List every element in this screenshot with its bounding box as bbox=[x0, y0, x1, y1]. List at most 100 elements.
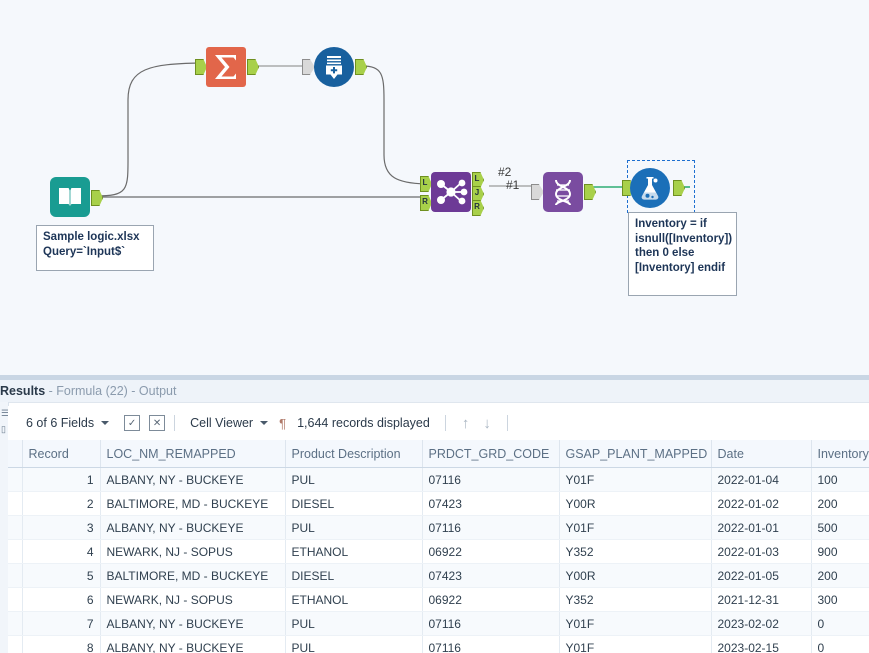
table-cell[interactable]: 2023-02-15 bbox=[711, 635, 812, 653]
table-cell[interactable]: 2 bbox=[22, 491, 101, 516]
table-cell[interactable]: BALTIMORE, MD - BUCKEYE bbox=[100, 563, 286, 588]
column-header-date[interactable]: Date bbox=[711, 440, 812, 468]
table-cell[interactable]: Y00R bbox=[559, 491, 712, 516]
table-cell[interactable]: 100 bbox=[811, 467, 869, 492]
table-cell[interactable]: 6 bbox=[22, 587, 101, 612]
column-header-gsap-plant-mapped[interactable]: GSAP_PLANT_MAPPED bbox=[559, 440, 712, 468]
toolbar-separator-1 bbox=[174, 415, 176, 431]
table-cell[interactable]: 07423 bbox=[422, 491, 560, 516]
table-cell[interactable]: 06922 bbox=[422, 587, 560, 612]
table-row[interactable]: 3 ALBANY, NY - BUCKEYE PUL 07116 Y01F 2022-01… bbox=[8, 515, 869, 540]
row-gutter-cell[interactable] bbox=[8, 515, 23, 540]
column-header-inventory[interactable]: Inventory bbox=[811, 440, 869, 468]
table-cell[interactable]: 500 bbox=[811, 515, 869, 540]
column-header-record[interactable]: Record bbox=[22, 440, 101, 468]
table-cell[interactable]: 07116 bbox=[422, 611, 560, 636]
table-cell[interactable]: 06922 bbox=[422, 539, 560, 564]
workflow-canvas[interactable]: Sample logic.xlsx Query=`Input$` L R L J… bbox=[0, 0, 869, 375]
table-row[interactable]: 5 BALTIMORE, MD - BUCKEYE DIESEL 07423 Y00R 2… bbox=[8, 563, 869, 588]
rail-panel-icon[interactable]: ▯ bbox=[1, 424, 6, 435]
records-displayed: 1,644 records displayed bbox=[291, 406, 436, 440]
table-row[interactable]: 8 ALBANY, NY - BUCKEYE PUL 07116 Y01F 2023-02… bbox=[8, 635, 869, 653]
table-cell[interactable]: Y01F bbox=[559, 611, 712, 636]
table-row[interactable]: 7 ALBANY, NY - BUCKEYE PUL 07116 Y01F 2023-02… bbox=[8, 611, 869, 636]
results-title-suffix: - Formula (22) - Output bbox=[45, 384, 177, 398]
cell-viewer-label: Cell Viewer bbox=[190, 416, 254, 430]
table-cell[interactable]: 2023-02-02 bbox=[711, 611, 812, 636]
column-header-product-description[interactable]: Product Description bbox=[285, 440, 423, 468]
table-cell[interactable]: ETHANOL bbox=[285, 539, 423, 564]
row-gutter-cell[interactable] bbox=[8, 539, 23, 564]
table-cell[interactable]: 200 bbox=[811, 563, 869, 588]
table-cell[interactable]: ALBANY, NY - BUCKEYE bbox=[100, 467, 286, 492]
table-cell[interactable]: Y352 bbox=[559, 539, 712, 564]
table-body: 1 ALBANY, NY - BUCKEYE PUL 07116 Y01F 2022-01… bbox=[8, 467, 869, 653]
table-cell[interactable]: 5 bbox=[22, 563, 101, 588]
row-gutter-cell[interactable] bbox=[8, 563, 23, 588]
cell-viewer-selector[interactable]: Cell Viewer bbox=[184, 406, 274, 440]
table-cell[interactable]: ETHANOL bbox=[285, 587, 423, 612]
table-cell[interactable]: 2022-01-01 bbox=[711, 515, 812, 540]
table-cell[interactable]: PUL bbox=[285, 611, 423, 636]
row-gutter-cell[interactable] bbox=[8, 611, 23, 636]
table-row[interactable]: 4 NEWARK, NJ - SOPUS ETHANOL 06922 Y352 2022-… bbox=[8, 539, 869, 564]
table-cell[interactable]: BALTIMORE, MD - BUCKEYE bbox=[100, 491, 286, 516]
checkbox-checked-icon[interactable]: ✓ bbox=[124, 415, 141, 431]
table-cell[interactable]: 900 bbox=[811, 539, 869, 564]
table-cell[interactable]: 7 bbox=[22, 611, 101, 636]
table-cell[interactable]: Y01F bbox=[559, 467, 712, 492]
row-gutter-cell[interactable] bbox=[8, 491, 23, 516]
table-cell[interactable]: DIESEL bbox=[285, 563, 423, 588]
table-cell[interactable]: 07116 bbox=[422, 515, 560, 540]
table-cell[interactable]: 2021-12-31 bbox=[711, 587, 812, 612]
table-cell[interactable]: ALBANY, NY - BUCKEYE bbox=[100, 515, 286, 540]
arrow-up-icon[interactable]: ↑ bbox=[462, 415, 470, 432]
table-cell[interactable]: 300 bbox=[811, 587, 869, 612]
connection-label-1: #1 bbox=[506, 178, 520, 192]
table-cell[interactable]: 07116 bbox=[422, 467, 560, 492]
table-cell[interactable]: 8 bbox=[22, 635, 101, 653]
table-cell[interactable]: PUL bbox=[285, 467, 423, 492]
table-cell[interactable]: 07423 bbox=[422, 563, 560, 588]
row-gutter-header bbox=[8, 440, 23, 468]
table-cell[interactable]: Y00R bbox=[559, 563, 712, 588]
checkbox-cross-icon[interactable]: ✕ bbox=[149, 415, 166, 431]
column-header-prdct-grd-code[interactable]: PRDCT_GRD_CODE bbox=[422, 440, 560, 468]
table-cell[interactable]: 0 bbox=[811, 611, 869, 636]
results-data-grid[interactable]: Record LOC_NM_REMAPPED Product Descripti… bbox=[8, 440, 869, 653]
table-cell[interactable]: PUL bbox=[285, 635, 423, 653]
row-gutter-cell[interactable] bbox=[8, 635, 23, 653]
union-stack-icon bbox=[314, 47, 354, 87]
pilcrow-icon[interactable]: ¶ bbox=[279, 416, 286, 431]
arrow-down-icon[interactable]: ↓ bbox=[483, 415, 491, 432]
table-cell[interactable]: 2022-01-03 bbox=[711, 539, 812, 564]
table-row[interactable]: 6 NEWARK, NJ - SOPUS ETHANOL 06922 Y352 2021-… bbox=[8, 587, 869, 612]
table-row[interactable]: 1 ALBANY, NY - BUCKEYE PUL 07116 Y01F 2022-01… bbox=[8, 467, 869, 492]
table-cell[interactable]: ALBANY, NY - BUCKEYE bbox=[100, 611, 286, 636]
table-cell[interactable]: 07116 bbox=[422, 635, 560, 653]
table-row[interactable]: 2 BALTIMORE, MD - BUCKEYE DIESEL 07423 Y00R 2… bbox=[8, 491, 869, 516]
column-header-loc-nm-remapped[interactable]: LOC_NM_REMAPPED bbox=[100, 440, 286, 468]
table-cell[interactable]: 1 bbox=[22, 467, 101, 492]
table-cell[interactable]: 4 bbox=[22, 539, 101, 564]
table-cell[interactable]: Y352 bbox=[559, 587, 712, 612]
table-cell[interactable]: 200 bbox=[811, 491, 869, 516]
table-cell[interactable]: DIESEL bbox=[285, 491, 423, 516]
table-cell[interactable]: PUL bbox=[285, 515, 423, 540]
table-cell[interactable]: 3 bbox=[22, 515, 101, 540]
table-cell[interactable]: NEWARK, NJ - SOPUS bbox=[100, 539, 286, 564]
row-gutter-cell[interactable] bbox=[8, 587, 23, 612]
table-cell[interactable]: 2022-01-04 bbox=[711, 467, 812, 492]
chevron-down-icon bbox=[260, 421, 269, 425]
table-cell[interactable]: Y01F bbox=[559, 635, 712, 653]
table-cell[interactable]: 2022-01-05 bbox=[711, 563, 812, 588]
table-cell[interactable]: Y01F bbox=[559, 515, 712, 540]
row-gutter-cell[interactable] bbox=[8, 467, 23, 492]
table-cell[interactable]: 0 bbox=[811, 635, 869, 653]
table-cell[interactable]: NEWARK, NJ - SOPUS bbox=[100, 587, 286, 612]
table-cell[interactable]: ALBANY, NY - BUCKEYE bbox=[100, 635, 286, 653]
chevron-down-icon bbox=[101, 421, 110, 425]
results-table: Record LOC_NM_REMAPPED Product Descripti… bbox=[8, 440, 869, 653]
table-cell[interactable]: 2022-01-02 bbox=[711, 491, 812, 516]
fields-selector[interactable]: 6 of 6 Fields bbox=[8, 406, 115, 440]
